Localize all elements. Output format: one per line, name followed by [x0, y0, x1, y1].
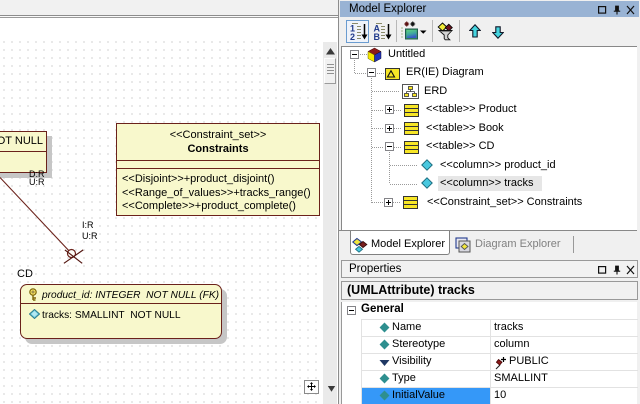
svg-text:2: 2 — [350, 32, 355, 41]
svg-text:B: B — [374, 32, 381, 41]
